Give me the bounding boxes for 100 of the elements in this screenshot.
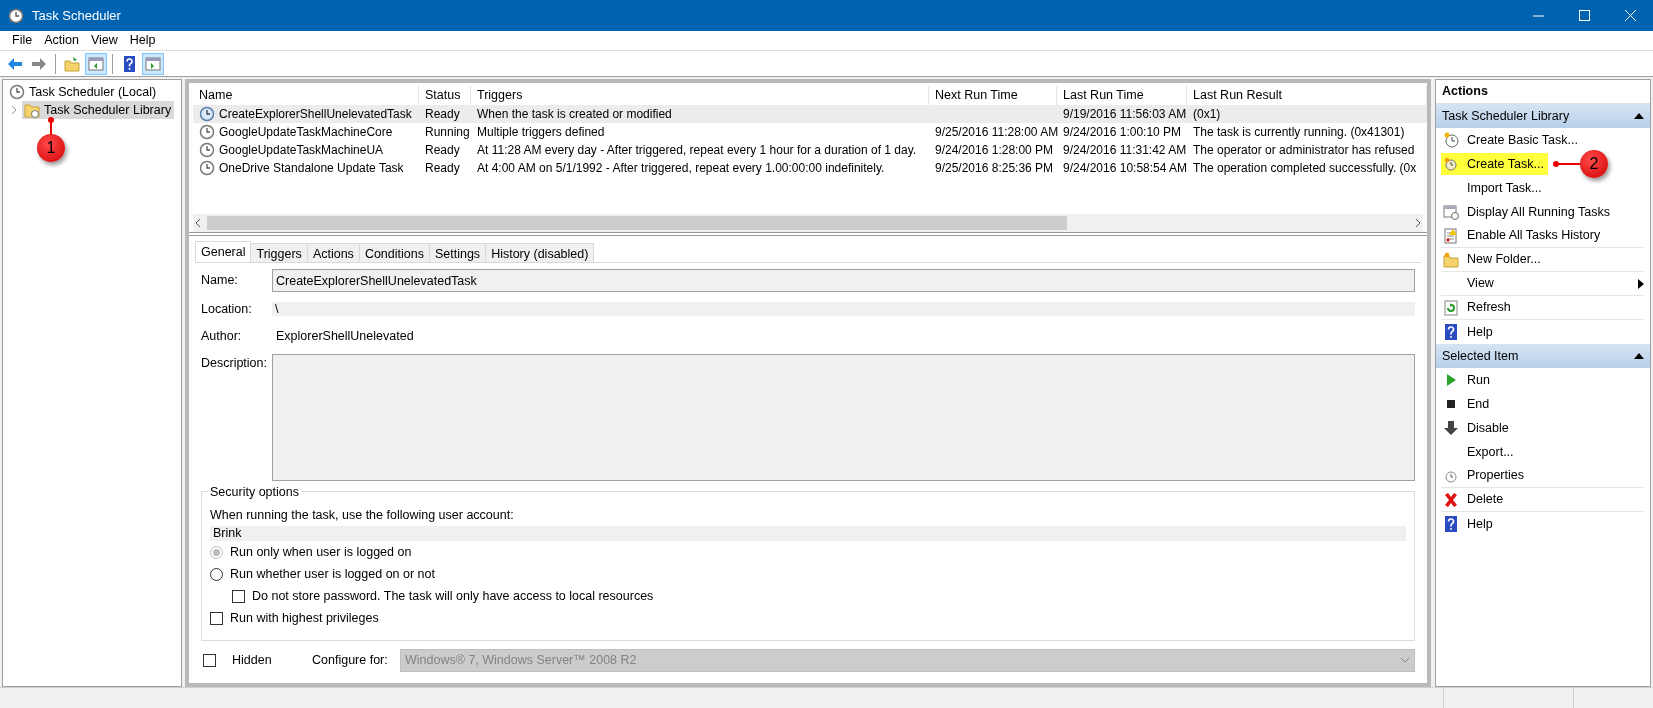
- radio-button[interactable]: [210, 567, 223, 581]
- column-header[interactable]: Status: [419, 86, 471, 105]
- pane-command[interactable]: Run: [1441, 369, 1494, 391]
- pane-icon: [88, 55, 104, 72]
- table-cell-text: The operator or administrator has refused: [1193, 142, 1415, 159]
- pane-command[interactable]: Display All Running Tasks: [1441, 201, 1614, 223]
- pane-command[interactable]: New Folder...: [1441, 248, 1545, 271]
- column-header[interactable]: Last Run Time: [1057, 86, 1187, 105]
- delete-icon: [1443, 491, 1459, 508]
- clock-icon: [8, 7, 24, 24]
- tab[interactable]: Actions: [306, 243, 360, 262]
- table-row[interactable]: CreateExplorerShellUnelevatedTask Ready When the task is created or modified 9/19/2016 11:56:03 AM (0x1): [193, 105, 1427, 123]
- folder-icon: [1443, 251, 1459, 268]
- menu-item[interactable]: File: [6, 31, 39, 50]
- clock-icon: [9, 84, 25, 100]
- table-cell-text: Ready: [425, 142, 460, 159]
- table-row[interactable]: GoogleUpdateTaskMachineCore Running Multiple triggers defined 9/25/2016 11:28:00 AM 9/24/2016 1:00:10 PM The task is currently running. (0x41301): [193, 123, 1427, 141]
- pane-command[interactable]: Export...: [1441, 441, 1518, 463]
- table-cell-text: 9/25/2016 8:25:36 PM: [935, 160, 1054, 177]
- window-title: Task Scheduler: [32, 6, 122, 25]
- pane-command[interactable]: Import Task...: [1441, 177, 1546, 199]
- table-cell-text: At 4:00 AM on 5/1/1992 - After triggered, repeat every 1.00:00:00 indefinitely.: [477, 160, 885, 177]
- callout-badge: 1: [37, 134, 65, 162]
- table-cell-text: The task is currently running. (0x41301): [1193, 124, 1405, 141]
- pane-command[interactable]: Help: [1441, 513, 1497, 535]
- tab[interactable]: General: [195, 241, 252, 262]
- menu-item[interactable]: Action: [38, 31, 85, 50]
- table-cell-text: CreateExplorerShellUnelevatedTask: [219, 106, 412, 123]
- scroll-left-icon[interactable]: [193, 216, 203, 230]
- option-label: Hidden: [232, 651, 273, 669]
- clock-icon: [199, 142, 215, 158]
- help-icon: [121, 55, 137, 72]
- help-icon: [1443, 516, 1459, 532]
- pane-command[interactable]: View: [1441, 272, 1498, 295]
- column-header[interactable]: Triggers: [471, 86, 929, 105]
- pane-command[interactable]: Create Basic Task...: [1441, 129, 1582, 151]
- account-label: When running the task, use the following user account:: [210, 506, 515, 524]
- table-cell-text: The operation completed successfully. (0x: [1193, 160, 1417, 177]
- table-cell-text: Running: [425, 124, 470, 141]
- forward-arrow-icon: [31, 55, 47, 72]
- field-label: Description:: [201, 354, 268, 372]
- account-field: Brink: [210, 526, 1406, 542]
- checkbox[interactable]: [210, 611, 223, 625]
- list-icon: [1443, 227, 1459, 244]
- table-cell-text: 9/24/2016 10:58:54 AM: [1063, 160, 1188, 177]
- option-label: Do not store password. The task will only have access to local resources: [252, 587, 654, 605]
- table-cell-text: Ready: [425, 160, 460, 177]
- close-icon: [1624, 10, 1636, 21]
- pane-command[interactable]: End: [1441, 393, 1494, 415]
- pane-command[interactable]: Properties: [1441, 464, 1528, 487]
- group-header[interactable]: Selected Item: [1436, 344, 1650, 368]
- tree-item[interactable]: Task Scheduler (Local): [7, 83, 160, 101]
- maximize-icon: [1578, 10, 1590, 21]
- tab[interactable]: Triggers: [250, 243, 308, 262]
- pane-command[interactable]: Create Task...: [1441, 153, 1548, 175]
- checkbox[interactable]: [203, 653, 216, 667]
- location-field: \: [272, 302, 1415, 317]
- pane-icon: [145, 55, 161, 72]
- caret-icon: [1400, 656, 1410, 664]
- column-header[interactable]: Name: [193, 86, 419, 105]
- tab[interactable]: Settings: [428, 243, 487, 262]
- table-cell-text: 9/24/2016 11:31:42 AM: [1063, 142, 1187, 159]
- tab[interactable]: Conditions: [358, 243, 430, 262]
- tree-item[interactable]: Task Scheduler Library: [22, 101, 175, 119]
- menu-item[interactable]: Help: [123, 31, 162, 50]
- tab[interactable]: History (disabled): [485, 243, 595, 262]
- option-label: Run only when user is logged on: [230, 543, 412, 561]
- table-cell-text: OneDrive Standalone Update Task: [219, 160, 404, 177]
- field-label: Author:: [201, 327, 243, 345]
- refresh-icon: [1443, 299, 1459, 316]
- scrollbar-thumb[interactable]: [207, 216, 1067, 230]
- pane-command[interactable]: Help: [1441, 321, 1497, 343]
- pane-command[interactable]: Refresh: [1441, 296, 1515, 319]
- table-cell-text: Ready: [425, 106, 460, 123]
- option-label: Run with highest privileges: [230, 609, 379, 627]
- leader-line: [1551, 159, 1581, 169]
- pane-command[interactable]: Enable All Tasks History: [1441, 224, 1605, 247]
- column-header[interactable]: Last Run Result: [1187, 86, 1427, 105]
- table-cell-text: GoogleUpdateTaskMachineCore: [219, 124, 393, 141]
- scroll-right-icon[interactable]: [1413, 216, 1423, 230]
- table-cell-text: 9/24/2016 1:00:10 PM: [1063, 124, 1182, 141]
- group-header[interactable]: Task Scheduler Library: [1436, 104, 1650, 128]
- checkbox[interactable]: [232, 589, 245, 603]
- field-label: Location:: [201, 301, 253, 318]
- folder-icon: [64, 55, 80, 72]
- table-cell-text: When the task is created or modified: [477, 106, 672, 123]
- pane-command[interactable]: Disable: [1441, 417, 1513, 439]
- help-icon: [1443, 324, 1459, 340]
- description-field[interactable]: [272, 353, 1415, 481]
- down-arrow-icon: [1443, 420, 1459, 436]
- column-header[interactable]: Next Run Time: [929, 86, 1057, 105]
- clock-icon: [199, 160, 215, 176]
- table-cell-text: 9/19/2016 11:56:03 AM: [1063, 106, 1187, 123]
- author-value: ExplorerShellUnelevated: [275, 327, 414, 345]
- menu-item[interactable]: View: [84, 31, 124, 50]
- name-field[interactable]: CreateExplorerShellUnelevatedTask: [272, 269, 1415, 292]
- table-cell-text: 9/24/2016 1:28:00 PM: [935, 142, 1054, 159]
- pane-command[interactable]: Delete: [1441, 488, 1508, 511]
- table-cell-text: 9/25/2016 11:28:00 AM: [935, 124, 1059, 141]
- clock-icon: [199, 124, 215, 140]
